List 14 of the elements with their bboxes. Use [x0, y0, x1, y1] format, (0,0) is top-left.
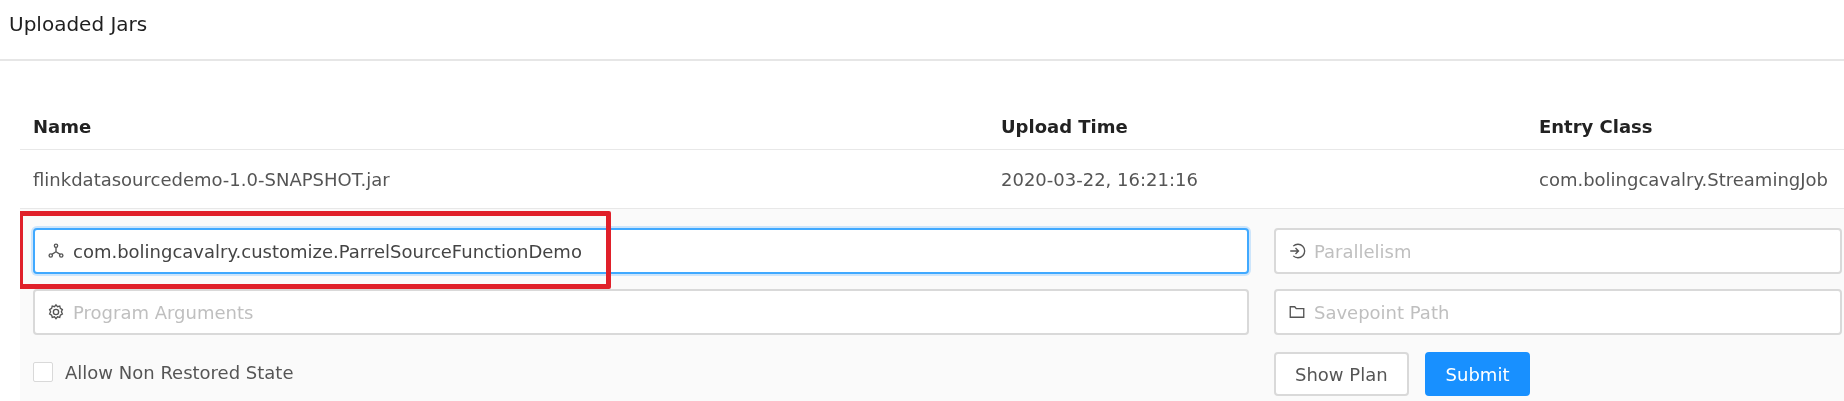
checkbox[interactable] — [33, 362, 53, 382]
column-header: Entry Class — [1539, 115, 1654, 137]
table-cell-text: com.bolingcavalry.StreamingJob — [1539, 168, 1829, 190]
column-header: Name — [33, 115, 93, 137]
parallelism-field[interactable]: Parallelism — [1274, 228, 1842, 274]
page-title: Uploaded Jars — [0, 0, 1844, 61]
table-cell-text: 2020-03-22, 16:21:16 — [1001, 168, 1199, 190]
show-plan-button[interactable]: Show Plan — [1274, 352, 1409, 396]
column-header: Upload Time — [1001, 115, 1129, 137]
savepoint-path-field[interactable]: Savepoint Path — [1274, 289, 1842, 335]
table-cell-text: flinkdatasourcedemo-1.0-SNAPSHOT.jar — [33, 168, 391, 190]
program-arguments-field[interactable]: Program Arguments — [33, 289, 1249, 335]
entry-class-field[interactable]: com.bolingcavalry.customize.ParrelSourceFunctionDemo — [33, 228, 1249, 274]
checkbox-label: Allow Non Restored State — [65, 361, 294, 383]
